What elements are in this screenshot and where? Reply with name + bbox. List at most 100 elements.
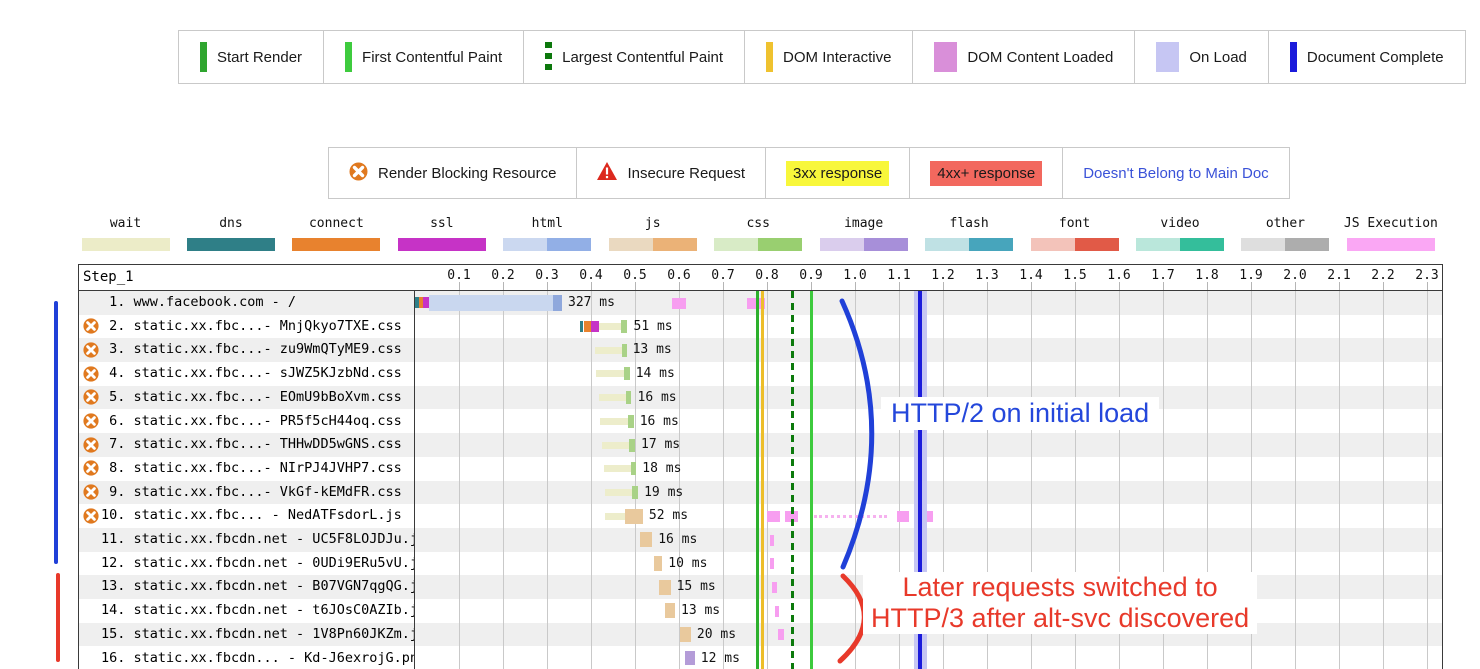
- request-row-label[interactable]: 7. static.xx.fbc...- THHwDD5wGNS.css: [79, 433, 414, 457]
- legend-item-not-main-doc[interactable]: Doesn't Belong to Main Doc: [1063, 148, 1288, 198]
- resource-type-swatch: [1031, 238, 1119, 251]
- request-name: static.xx.fbc...- PR5f5cH44oq.css: [125, 413, 401, 429]
- request-number: 2.: [101, 315, 125, 339]
- resource-type-label: other: [1233, 216, 1338, 236]
- marker-legend: Start RenderFirst Contentful PaintLarges…: [178, 30, 1466, 84]
- request-name: static.xx.fbc... - NedATFsdorL.js: [125, 507, 401, 523]
- request-name: static.xx.fbc...- sJWZ5KJzbNd.css: [125, 365, 401, 381]
- resource-type-label: js: [600, 216, 705, 236]
- request-row-label[interactable]: 13. static.xx.fbcdn.net - B07VGN7qgQG.js: [79, 575, 414, 599]
- resource-type-font: font: [1022, 216, 1127, 251]
- time-tick-mark: [767, 282, 768, 290]
- http3-group-bracket: [56, 573, 60, 662]
- request-row-label[interactable]: 5. static.xx.fbc...- EOmU9bBoXvm.css: [79, 386, 414, 410]
- dom-content-loaded-swatch: [934, 42, 957, 72]
- request-row-label[interactable]: 15. static.xx.fbcdn.net - 1V8Pn60JKZm.js: [79, 623, 414, 647]
- request-row-label[interactable]: 11. static.xx.fbcdn.net - UC5F8LOJDJu.js: [79, 528, 414, 552]
- render-blocking-icon: [83, 318, 99, 334]
- legend-item-label: 3xx response: [786, 161, 889, 186]
- resource-type-label: css: [706, 216, 811, 236]
- legend-item-document-complete: Document Complete: [1269, 31, 1465, 83]
- legend-item-3xx-response: 3xx response: [766, 148, 910, 198]
- render-blocking-icon: [83, 508, 99, 524]
- legend-item-label: Document Complete: [1307, 49, 1444, 66]
- time-tick-mark: [855, 282, 856, 290]
- time-tick-mark: [1163, 282, 1164, 290]
- time-tick-label: 2.1: [1324, 268, 1354, 283]
- request-name: static.xx.fbcdn.net - t6JOsC0AZIb.js: [125, 602, 414, 618]
- legend-item-label: DOM Interactive: [783, 49, 891, 66]
- request-row-label[interactable]: 3. static.xx.fbc...- zu9WmQTyME9.css: [79, 338, 414, 362]
- request-row-label[interactable]: 14. static.xx.fbcdn.net - t6JOsC0AZIb.js: [79, 599, 414, 623]
- resource-type-swatch: [82, 238, 170, 251]
- time-tick-mark: [1251, 282, 1252, 290]
- time-tick-label: 0.9: [796, 268, 826, 283]
- time-tick-label: 0.4: [576, 268, 606, 283]
- request-number: 9.: [101, 481, 125, 505]
- request-number: 14.: [101, 599, 125, 623]
- time-tick-mark: [1339, 282, 1340, 290]
- http3-brace-curve: [840, 576, 864, 661]
- resource-type-js: js: [600, 216, 705, 251]
- webpagetest-waterfall-screenshot: Start RenderFirst Contentful PaintLarges…: [0, 0, 1480, 669]
- request-row-label[interactable]: 1. www.facebook.com - /: [79, 291, 414, 315]
- time-tick-label: 1.8: [1192, 268, 1222, 283]
- legend-item-start-render: Start Render: [179, 31, 324, 83]
- time-tick-mark: [943, 282, 944, 290]
- request-name: static.xx.fbcdn.net - B07VGN7qgQG.js: [125, 578, 414, 594]
- legend-item-label: DOM Content Loaded: [967, 49, 1113, 66]
- http3-annotation: Later requests switched to HTTP/3 after …: [863, 572, 1257, 634]
- resource-type-label: image: [811, 216, 916, 236]
- resource-type-html: html: [495, 216, 600, 251]
- resource-type-ssl: ssl: [389, 216, 494, 251]
- request-name: static.xx.fbcdn... - Kd-J6exrojG.png: [125, 650, 414, 666]
- request-row-label[interactable]: 6. static.xx.fbc...- PR5f5cH44oq.css: [79, 410, 414, 434]
- on-load-swatch: [1156, 42, 1179, 72]
- time-tick-label: 1.7: [1148, 268, 1178, 283]
- resource-type-video: video: [1128, 216, 1233, 251]
- resource-type-swatch: [925, 238, 1013, 251]
- legend-item-label: On Load: [1189, 49, 1247, 66]
- resource-type-js-execution: JS Execution: [1338, 216, 1443, 251]
- request-row-label[interactable]: 8. static.xx.fbc...- NIrPJ4JVHP7.css: [79, 457, 414, 481]
- resource-type-image: image: [811, 216, 916, 251]
- request-number: 8.: [101, 457, 125, 481]
- resource-type-wait: wait: [73, 216, 178, 251]
- time-tick-label: 2.0: [1280, 268, 1310, 283]
- request-number: 13.: [101, 575, 125, 599]
- resource-type-legend: waitdnsconnectsslhtmljscssimageflashfont…: [0, 216, 1480, 256]
- time-tick-label: 2.2: [1368, 268, 1398, 283]
- request-name: static.xx.fbcdn.net - 1V8Pn60JKZm.js: [125, 626, 414, 642]
- time-tick-label: 0.8: [752, 268, 782, 283]
- time-tick-mark: [987, 282, 988, 290]
- time-tick-label: 0.5: [620, 268, 650, 283]
- time-tick-mark: [679, 282, 680, 290]
- request-row-label[interactable]: 10. static.xx.fbc... - NedATFsdorL.js: [79, 504, 414, 528]
- time-tick-mark: [1031, 282, 1032, 290]
- request-number: 12.: [101, 552, 125, 576]
- request-number: 4.: [101, 362, 125, 386]
- request-row-label[interactable]: 9. static.xx.fbc...- VkGf-kEMdFR.css: [79, 481, 414, 505]
- legend-item-on-load: On Load: [1135, 31, 1269, 83]
- legend-item-dom-interactive: DOM Interactive: [745, 31, 913, 83]
- request-row-label[interactable]: 4. static.xx.fbc...- sJWZ5KJzbNd.css: [79, 362, 414, 386]
- waterfall-table: Step_1 0.10.20.30.40.50.60.70.80.91.01.1…: [78, 264, 1443, 669]
- resource-type-swatch: [292, 238, 380, 251]
- request-row-label[interactable]: 16. static.xx.fbcdn... - Kd-J6exrojG.png: [79, 647, 414, 669]
- waterfall-chart-area: HTTP/2 on initial load Later requests sw…: [414, 291, 1443, 669]
- request-name: static.xx.fbcdn.net - UC5F8LOJDJu.js: [125, 531, 414, 547]
- time-tick-mark: [1207, 282, 1208, 290]
- render-blocking-icon: [83, 389, 99, 405]
- http2-annotation: HTTP/2 on initial load: [881, 397, 1159, 430]
- legend-item-largest-contentful-paint: Largest Contentful Paint: [524, 31, 745, 83]
- document-complete-swatch: [1290, 42, 1297, 72]
- resource-type-swatch: [714, 238, 802, 251]
- resource-type-other: other: [1233, 216, 1338, 251]
- time-tick-mark: [591, 282, 592, 290]
- time-tick-label: 1.5: [1060, 268, 1090, 283]
- resource-type-label: dns: [178, 216, 283, 236]
- resource-type-dns: dns: [178, 216, 283, 251]
- time-tick-mark: [1119, 282, 1120, 290]
- request-row-label[interactable]: 2. static.xx.fbc...- MnjQkyo7TXE.css: [79, 315, 414, 339]
- request-row-label[interactable]: 12. static.xx.fbcdn.net - 0UDi9ERu5vU.js: [79, 552, 414, 576]
